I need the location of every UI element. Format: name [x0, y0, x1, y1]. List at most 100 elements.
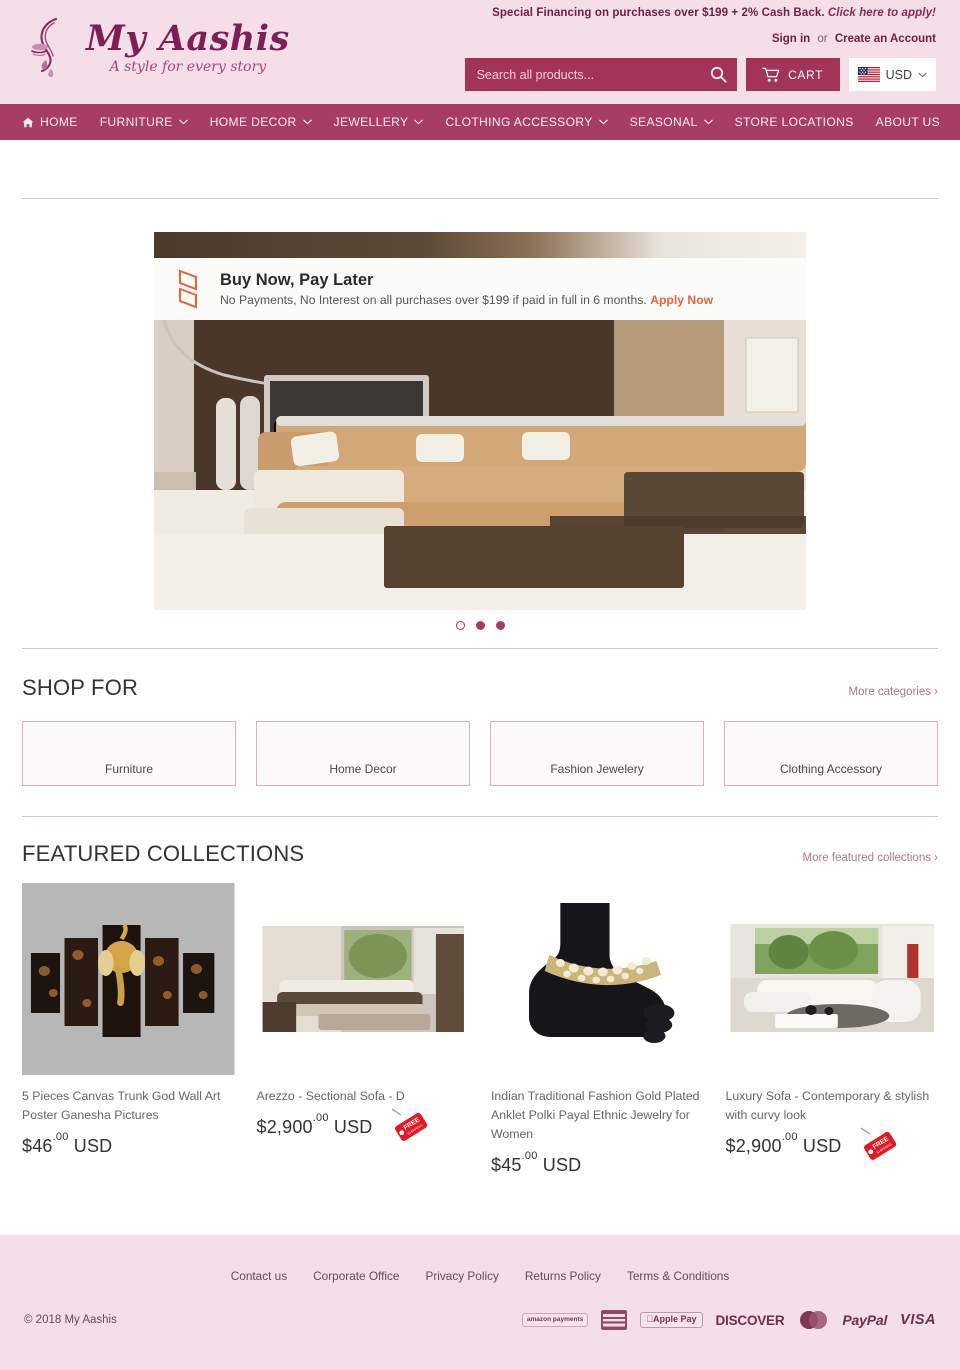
home-icon — [22, 117, 34, 127]
gold-anklet-on-foot-image[interactable] — [491, 883, 704, 1075]
product-title: 5 Pieces Canvas Trunk God Wall Art Poste… — [22, 1089, 221, 1123]
nav-label: STORE LOCATIONS — [734, 115, 854, 129]
chevron-down-icon — [302, 119, 312, 125]
footer-link-contact-us[interactable]: Contact us — [231, 1269, 287, 1283]
nav-item-home[interactable]: HOME — [22, 115, 78, 129]
promo-apply-link[interactable]: Click here to apply! — [828, 7, 936, 19]
american-express-icon — [601, 1309, 628, 1331]
product-price-cents: .00 — [521, 1150, 538, 1163]
account-separator: or — [817, 33, 828, 45]
footer-bottom: © 2018 My Aashis amazon payments Apple … — [0, 1283, 960, 1331]
cart-button[interactable]: CART — [745, 58, 840, 91]
product-price: $46.00 USD — [22, 1131, 113, 1157]
nav-label: HOME — [40, 115, 78, 129]
apple-pay-icon: Apple Pay — [640, 1309, 703, 1331]
category-card-home-decor[interactable]: Home Decor — [256, 721, 470, 786]
footer-link-returns-policy[interactable]: Returns Policy — [525, 1269, 601, 1283]
product-card[interactable]: 5 Pieces Canvas Trunk God Wall Art Poste… — [22, 883, 235, 1176]
category-label: Fashion Jewelery — [550, 762, 644, 776]
footer-link-privacy-policy[interactable]: Privacy Policy — [425, 1269, 498, 1283]
ganesha-canvas-art-image[interactable] — [22, 883, 235, 1075]
product-price-main: $45 — [491, 1155, 522, 1176]
nav-label: ABOUT US — [875, 115, 941, 129]
copyright-text: © 2018 My Aashis — [24, 1314, 117, 1326]
nav-label: SEASONAL — [629, 115, 698, 129]
product-currency: USD — [73, 1136, 113, 1157]
sign-in-link[interactable]: Sign in — [772, 33, 810, 45]
logo-tagline: A style for every story — [109, 59, 267, 76]
header-actions: CART — [464, 58, 936, 91]
hero-image-top-strip — [154, 232, 806, 258]
carousel-dots — [0, 610, 960, 630]
product-currency: USD — [802, 1136, 842, 1157]
hero-slide[interactable]: Buy Now, Pay Later No Payments, No Inter… — [154, 232, 806, 610]
category-card-clothing-accessory[interactable]: Clothing Accessory — [724, 721, 938, 786]
carousel-dot-2[interactable] — [475, 621, 485, 630]
hero-promo-title: Buy Now, Pay Later — [220, 271, 374, 289]
site-logo[interactable]: My Aashis A style for every story — [24, 13, 290, 83]
product-price: $45.00 USD — [491, 1150, 582, 1176]
product-currency: USD — [333, 1117, 373, 1138]
promo-text: Special Financing on purchases over $199… — [492, 7, 825, 19]
more-featured-link[interactable]: More featured collections › — [802, 852, 938, 864]
spacer-after-carousel — [0, 630, 960, 648]
product-title: Indian Traditional Fashion Gold Plated A… — [491, 1089, 700, 1142]
logo-name: My Aashis — [86, 17, 290, 59]
more-categories-link[interactable]: More categories › — [849, 686, 938, 698]
product-card[interactable]: Arezzo - Sectional Sofa - D $2,900.00 US… — [256, 883, 470, 1176]
product-title: Arezzo - Sectional Sofa - D — [256, 1089, 405, 1103]
account-links: Sign in or Create an Account — [772, 33, 936, 45]
luxury-white-sofa-image[interactable] — [725, 883, 938, 1075]
amazon-payments-icon: amazon payments — [521, 1309, 589, 1331]
discover-label: DISCOVER — [715, 1312, 785, 1328]
product-price: $2,900.00 USD — [725, 1131, 842, 1157]
product-currency: USD — [542, 1155, 582, 1176]
search-bar[interactable] — [464, 58, 737, 91]
product-price-cents: .00 — [781, 1131, 798, 1144]
free-shipping-tag-icon: FREE SHIPPING — [392, 1108, 428, 1141]
nav-item-home-decor[interactable]: HOME DECOR — [210, 115, 312, 129]
hero-promo-sub-text: No Payments, No Interest on all purchase… — [220, 293, 647, 307]
nav-label: HOME DECOR — [209, 115, 297, 129]
category-card-fashion-jewelery[interactable]: Fashion Jewelery — [490, 721, 704, 786]
hero-top-spacer — [0, 140, 960, 198]
search-input[interactable] — [474, 66, 710, 83]
category-card-furniture[interactable]: Furniture — [22, 721, 236, 786]
create-account-link[interactable]: Create an Account — [835, 33, 936, 45]
paypal-label: PayPal — [842, 1312, 888, 1328]
bread-financing-logo-icon — [179, 269, 197, 309]
mastercard-icon — [797, 1309, 829, 1331]
nav-item-furniture[interactable]: FURNITURE — [100, 115, 188, 129]
visa-icon: VISA — [900, 1309, 936, 1331]
promo-banner: Special Financing on purchases over $199… — [492, 7, 936, 19]
nav-item-clothing-accessory[interactable]: CLOTHING ACCESSORY — [445, 115, 608, 129]
product-price-cents: .00 — [312, 1112, 329, 1125]
product-price-row: $2,900.00 USD FREE SHIPPING — [725, 1127, 939, 1164]
nav-item-store-locations[interactable]: STORE LOCATIONS — [735, 115, 854, 129]
arezzo-sectional-sofa-image[interactable] — [256, 883, 469, 1075]
category-label: Clothing Accessory — [779, 762, 883, 776]
nav-item-seasonal[interactable]: SEASONAL — [630, 115, 713, 129]
featured-title: FEATURED COLLECTIONS — [22, 841, 305, 866]
hero-financing-overlay: Buy Now, Pay Later No Payments, No Inter… — [154, 258, 806, 320]
chevron-down-icon — [598, 119, 608, 125]
product-price-row: $45.00 USD — [491, 1150, 704, 1176]
payment-methods: amazon payments Apple Pay DISCOVER — [521, 1309, 936, 1331]
chevron-down-icon — [918, 72, 927, 77]
footer-link-corporate-office[interactable]: Corporate Office — [313, 1269, 399, 1283]
nav-item-jewellery[interactable]: JEWELLERY — [334, 115, 424, 129]
carousel-dot-1[interactable] — [455, 621, 465, 630]
carousel-dot-3[interactable] — [495, 621, 505, 630]
currency-selector[interactable]: USD — [848, 58, 936, 91]
nav-item-about-us[interactable]: ABOUT US — [876, 115, 940, 129]
product-price-row: $2,900.00 USD FREE SHIPPING — [257, 1108, 470, 1145]
product-price-main: $2,900 — [725, 1136, 782, 1157]
hero-carousel[interactable]: Buy Now, Pay Later No Payments, No Inter… — [0, 199, 960, 610]
search-submit-button[interactable] — [710, 66, 727, 83]
product-card[interactable]: Indian Traditional Fashion Gold Plated A… — [491, 883, 704, 1176]
product-card[interactable]: Luxury Sofa - Contemporary & stylish wit… — [725, 883, 939, 1176]
nav-label: JEWELLERY — [333, 115, 409, 129]
footer-link-terms-conditions[interactable]: Terms & Conditions — [627, 1269, 729, 1283]
hero-apply-now-link[interactable]: Apply Now — [650, 293, 713, 307]
spacer-shop-for — [0, 649, 960, 675]
